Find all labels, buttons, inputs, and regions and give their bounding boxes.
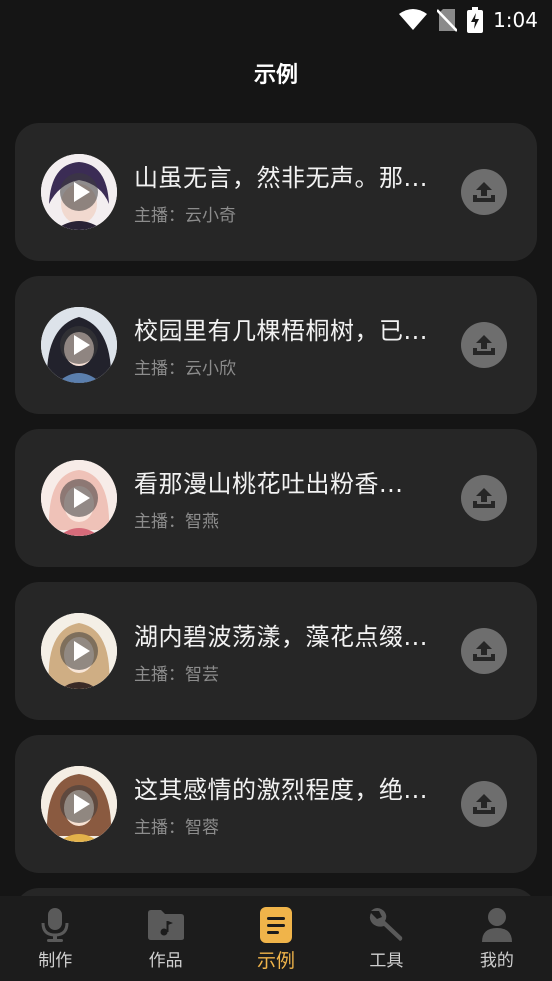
- play-button[interactable]: [59, 478, 99, 518]
- upload-button[interactable]: [461, 628, 507, 674]
- nav-tab-tools[interactable]: 工具: [331, 896, 441, 981]
- item-info: 看那漫山桃花吐出粉香... 主播：智燕: [134, 464, 443, 532]
- nav-label: 示例: [257, 950, 296, 972]
- nav-tab-mine[interactable]: 我的: [442, 896, 552, 981]
- upload-button[interactable]: [461, 781, 507, 827]
- list-item[interactable]: 校园里有几棵梧桐树，已... 主播：云小欣: [15, 276, 537, 414]
- play-button[interactable]: [59, 631, 99, 671]
- item-title: 这其感情的激烈程度，绝...: [134, 776, 428, 804]
- item-info: 湖内碧波荡漾，藻花点缀... 主播：智芸: [134, 617, 443, 685]
- avatar[interactable]: [41, 307, 117, 383]
- play-icon: [60, 326, 98, 364]
- item-anchor: 主播：云小奇: [134, 206, 236, 226]
- play-button[interactable]: [59, 784, 99, 824]
- microphone-icon: [41, 908, 69, 942]
- play-icon: [60, 632, 98, 670]
- item-title: 校园里有几棵梧桐树，已...: [134, 317, 428, 345]
- item-anchor: 主播：智燕: [134, 512, 219, 532]
- document-icon: [260, 907, 293, 943]
- example-list: 山虽无言，然非无声。那... 主播：云小奇 校园里有几棵梧桐树，已... 主播：…: [15, 123, 537, 888]
- upload-button[interactable]: [461, 322, 507, 368]
- nav-tab-make[interactable]: 制作: [0, 896, 110, 981]
- list-item[interactable]: 看那漫山桃花吐出粉香... 主播：智燕: [15, 429, 537, 567]
- item-title: 山虽无言，然非无声。那...: [134, 164, 428, 192]
- nav-label: 工具: [369, 951, 404, 971]
- page-title: 示例: [253, 63, 298, 88]
- upload-button[interactable]: [461, 169, 507, 215]
- wifi-icon: [399, 9, 428, 30]
- play-icon: [60, 785, 98, 823]
- nav-label: 作品: [148, 951, 183, 971]
- list-item[interactable]: 湖内碧波荡漾，藻花点缀... 主播：智芸: [15, 582, 537, 720]
- no-sim-icon: [437, 9, 458, 32]
- bottom-nav: 制作 作品 示例 工具 我的: [0, 896, 552, 981]
- item-title: 看那漫山桃花吐出粉香...: [134, 470, 404, 498]
- play-button[interactable]: [59, 325, 99, 365]
- upload-button[interactable]: [461, 475, 507, 521]
- item-info: 山虽无言，然非无声。那... 主播：云小奇: [134, 158, 443, 226]
- nav-tab-works[interactable]: 作品: [110, 896, 220, 981]
- item-anchor: 主播：智蓉: [134, 818, 219, 838]
- item-anchor: 主播：云小欣: [134, 359, 236, 379]
- item-info: 校园里有几棵梧桐树，已... 主播：云小欣: [134, 311, 443, 379]
- music-folder-icon: [147, 910, 184, 940]
- nav-label: 我的: [479, 951, 514, 971]
- list-item[interactable]: 这其感情的激烈程度，绝... 主播：智蓉: [15, 735, 537, 873]
- upload-icon: [473, 488, 495, 508]
- battery-charging-icon: [467, 7, 484, 33]
- item-info: 这其感情的激烈程度，绝... 主播：智蓉: [134, 770, 443, 838]
- avatar[interactable]: [41, 766, 117, 842]
- wrench-icon: [370, 908, 403, 941]
- avatar[interactable]: [41, 460, 117, 536]
- item-title: 湖内碧波荡漾，藻花点缀...: [134, 623, 428, 651]
- nav-label: 制作: [38, 951, 73, 971]
- upload-icon: [473, 641, 495, 661]
- status-time: 1:04: [493, 8, 538, 32]
- play-button[interactable]: [59, 172, 99, 212]
- avatar[interactable]: [41, 154, 117, 230]
- play-icon: [60, 173, 98, 211]
- nav-tab-examples[interactable]: 示例: [221, 896, 331, 981]
- person-icon: [481, 908, 512, 942]
- upload-icon: [473, 182, 495, 202]
- header: 示例: [0, 50, 552, 96]
- status-bar: 1:04: [0, 0, 552, 40]
- list-item[interactable]: 山虽无言，然非无声。那... 主播：云小奇: [15, 123, 537, 261]
- play-icon: [60, 479, 98, 517]
- upload-icon: [473, 794, 495, 814]
- avatar[interactable]: [41, 613, 117, 689]
- upload-icon: [473, 335, 495, 355]
- item-anchor: 主播：智芸: [134, 665, 219, 685]
